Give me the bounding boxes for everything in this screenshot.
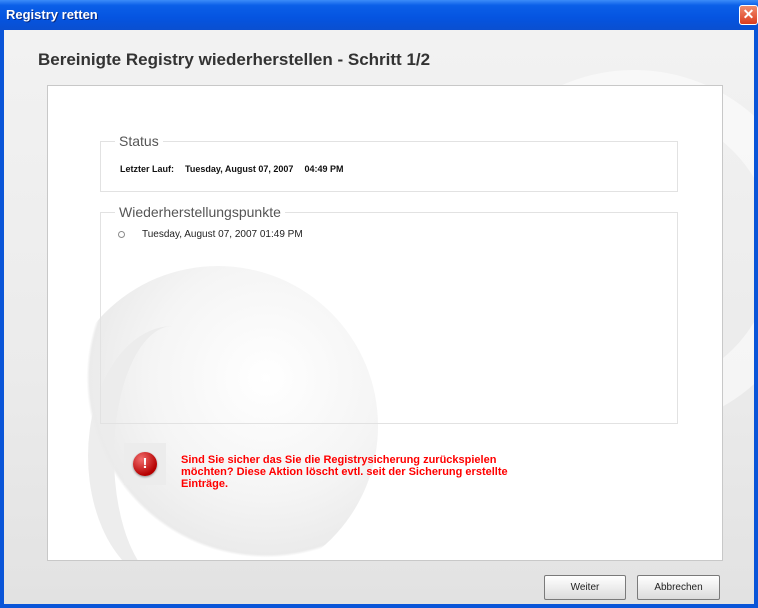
warning-message: Sind Sie sicher das Sie die Registrysich…: [181, 454, 641, 490]
close-button[interactable]: ✕: [739, 5, 758, 25]
warning-line-1: Sind Sie sicher das Sie die Registrysich…: [181, 454, 497, 466]
title-bar[interactable]: Registry retten ✕: [0, 0, 758, 30]
exclamation-icon: !: [133, 452, 157, 476]
restore-point-option[interactable]: Tuesday, August 07, 2007 01:49 PM: [118, 229, 303, 240]
last-run-date: Tuesday, August 07, 2007: [185, 164, 294, 174]
warning-line-2: möchten? Diese Aktion löscht evtl. seit …: [181, 466, 508, 478]
cancel-button[interactable]: Abbrechen: [637, 575, 720, 600]
restore-points-legend: Wiederherstellungspunkte: [115, 204, 285, 220]
last-run-line: Letzter Lauf: Tuesday, August 07, 2007 0…: [120, 164, 343, 174]
content-panel: Status Letzter Lauf: Tuesday, August 07,…: [47, 85, 723, 561]
warning-icon-box: !: [124, 443, 166, 485]
restore-point-radio[interactable]: [118, 231, 125, 238]
status-legend: Status: [115, 133, 163, 149]
warning-line-3: Einträge.: [181, 478, 229, 490]
last-run-label: Letzter Lauf:: [120, 164, 174, 174]
dialog-window: Registry retten ✕ Bereinigte Registry wi…: [0, 0, 758, 608]
last-run-time: 04:49 PM: [304, 164, 344, 174]
status-group: Status Letzter Lauf: Tuesday, August 07,…: [100, 133, 678, 192]
next-button[interactable]: Weiter: [544, 575, 626, 600]
close-icon: ✕: [742, 6, 755, 22]
page-title: Bereinigte Registry wiederherstellen - S…: [38, 50, 431, 69]
dialog-client-area: Bereinigte Registry wiederherstellen - S…: [4, 30, 754, 604]
restore-point-label[interactable]: Tuesday, August 07, 2007 01:49 PM: [142, 229, 303, 240]
window-title: Registry retten: [6, 7, 98, 22]
restore-points-group: Wiederherstellungspunkte Tuesday, August…: [100, 204, 678, 424]
